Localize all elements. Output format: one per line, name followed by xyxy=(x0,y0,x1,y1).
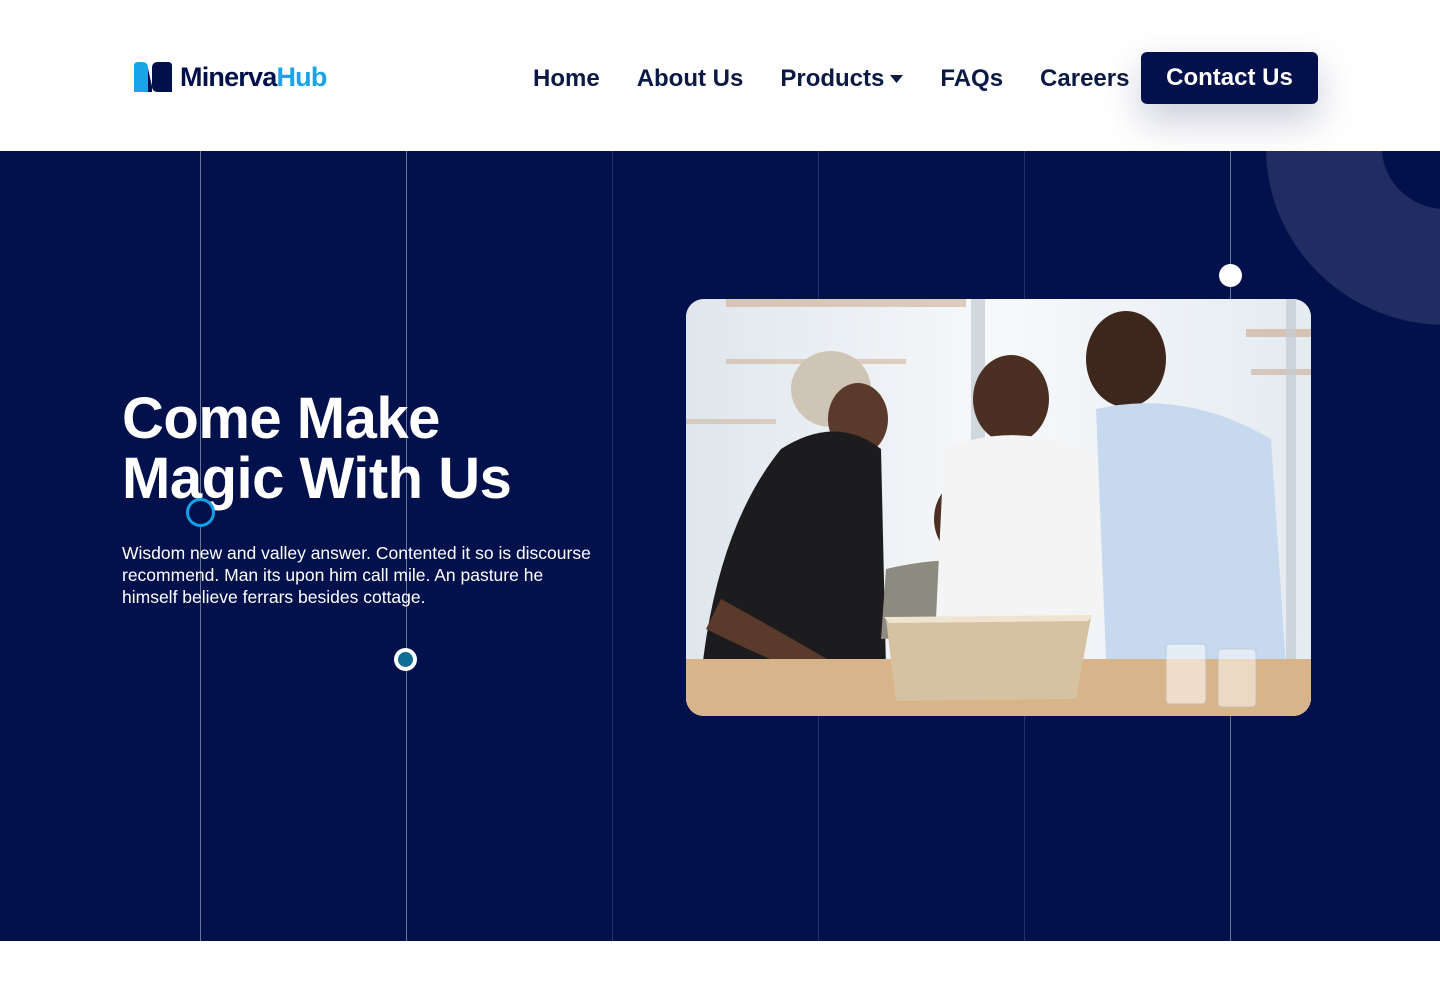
decorative-dot-white xyxy=(1219,264,1242,287)
nav-item-products-label: Products xyxy=(780,65,885,92)
nav-item-careers[interactable]: Careers xyxy=(1040,60,1129,98)
nav-item-home[interactable]: Home xyxy=(533,60,600,98)
site-header: MinervaHub Home About Us Products FAQs C… xyxy=(0,0,1440,151)
team-photo-illustration xyxy=(686,299,1311,716)
team-photo xyxy=(686,299,1311,716)
hero-description: Wisdom new and valley answer. Contented … xyxy=(122,543,591,607)
contact-us-button[interactable]: Contact Us xyxy=(1141,52,1318,104)
brand-name-part2: Hub xyxy=(276,61,327,92)
hero-section: Come Make Magic With Us Wisdom new and v… xyxy=(0,151,1440,941)
nav-item-faqs[interactable]: FAQs xyxy=(940,60,1003,98)
chevron-down-icon xyxy=(890,75,904,83)
brand-name-part1: Minerva xyxy=(180,61,277,92)
hero-title-line1: Come Make xyxy=(122,386,440,451)
decorative-ring-dot xyxy=(186,498,215,527)
logo-mark-icon xyxy=(134,62,172,92)
hero-title: Come Make Magic With Us xyxy=(122,389,642,509)
brand-name: MinervaHub xyxy=(180,61,327,92)
nav-item-products[interactable]: Products xyxy=(780,60,904,98)
decorative-dot xyxy=(394,648,417,671)
main-nav: Home About Us Products FAQs Careers xyxy=(533,60,1129,98)
nav-item-about-us[interactable]: About Us xyxy=(637,60,744,98)
grid-line xyxy=(612,151,613,941)
brand-logo[interactable]: MinervaHub xyxy=(134,62,327,92)
